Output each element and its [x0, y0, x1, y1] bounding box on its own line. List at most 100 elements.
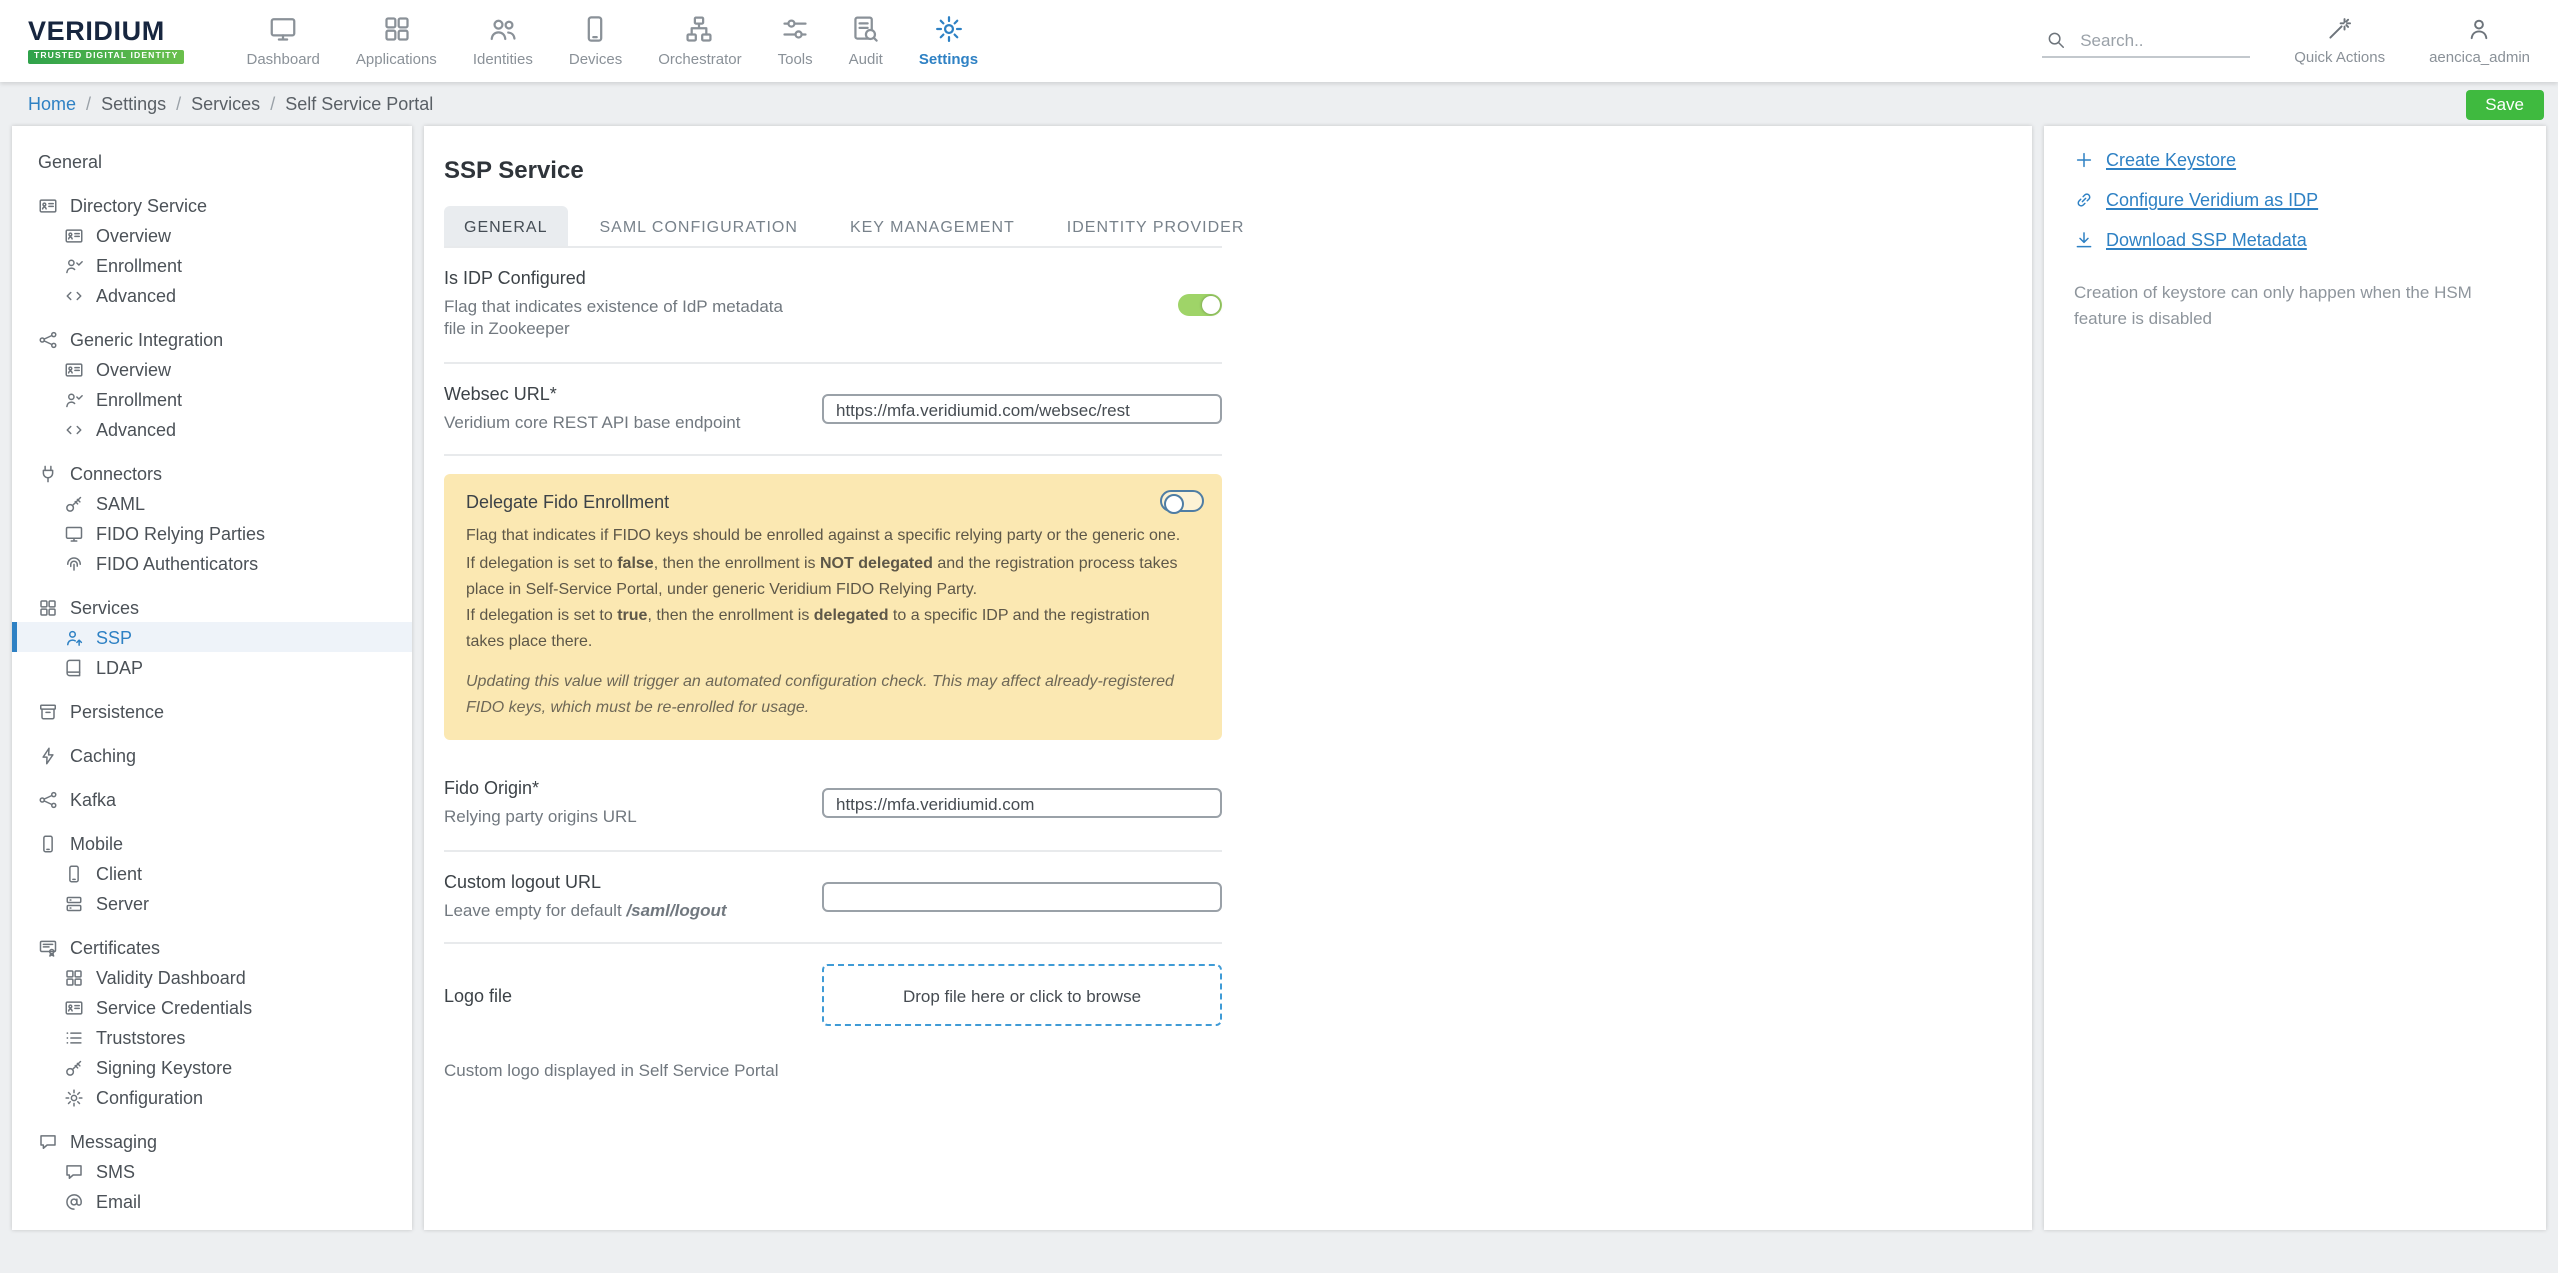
sidebar-item-fido-authenticators[interactable]: FIDO Authenticators	[12, 548, 412, 578]
sidebar-item-saml[interactable]: SAML	[12, 488, 412, 518]
breadcrumb-item-home[interactable]: Home	[28, 94, 76, 114]
is-idp-toggle[interactable]	[1178, 294, 1222, 316]
person-check-icon	[64, 389, 84, 409]
sidebar-item-kafka[interactable]: Kafka	[12, 784, 412, 814]
nav-item-tools[interactable]: Tools	[760, 14, 831, 68]
sidebar-item-fido-relying-parties[interactable]: FIDO Relying Parties	[12, 518, 412, 548]
sidebar-item-overview[interactable]: Overview	[12, 354, 412, 384]
action-link-configure-veridium-as-idp[interactable]: Configure Veridium as IDP	[2074, 190, 2516, 210]
nav-item-audit[interactable]: Audit	[831, 14, 901, 68]
tab-saml-configuration[interactable]: SAML CONFIGURATION	[579, 206, 817, 246]
sidebar-item-signing-keystore[interactable]: Signing Keystore	[12, 1052, 412, 1082]
nav-item-label: Applications	[356, 50, 437, 68]
sidebar-item-service-credentials[interactable]: Service Credentials	[12, 992, 412, 1022]
websec-url-input[interactable]	[822, 394, 1222, 424]
is-idp-desc: Flag that indicates existence of IdP met…	[444, 296, 802, 342]
certificate-icon	[38, 937, 58, 957]
sidebar-item-advanced[interactable]: Advanced	[12, 414, 412, 444]
grid-icon	[381, 14, 411, 44]
nav-item-settings[interactable]: Settings	[901, 14, 996, 68]
sidebar-item-truststores[interactable]: Truststores	[12, 1022, 412, 1052]
topbar: VERIDIUM TRUSTED DIGITAL IDENTITY Dashbo…	[0, 0, 2558, 82]
sidebar-item-label: Validity Dashboard	[96, 967, 246, 987]
sidebar-item-generic-integration[interactable]: Generic Integration	[12, 324, 412, 354]
topbar-right: Quick Actions aencica_admin	[2042, 16, 2530, 66]
tab-key-management[interactable]: KEY MANAGEMENT	[830, 206, 1035, 246]
logo-dropzone[interactable]: Drop file here or click to browse	[822, 964, 1222, 1026]
action-link-download-ssp-metadata[interactable]: Download SSP Metadata	[2074, 230, 2516, 250]
list-icon	[64, 1027, 84, 1047]
monitor-icon	[64, 523, 84, 543]
tab-identity-provider[interactable]: IDENTITY PROVIDER	[1047, 206, 1265, 246]
card-icon	[64, 359, 84, 379]
sidebar-item-advanced[interactable]: Advanced	[12, 280, 412, 310]
sidebar-item-caching[interactable]: Caching	[12, 740, 412, 770]
key-icon	[64, 493, 84, 513]
users-icon	[488, 14, 518, 44]
sidebar-item-label: Advanced	[96, 285, 176, 305]
save-button[interactable]: Save	[2465, 89, 2544, 119]
sidebar-item-configuration[interactable]: Configuration	[12, 1082, 412, 1112]
breadcrumb-separator: /	[86, 94, 91, 114]
sidebar-item-overview[interactable]: Overview	[12, 220, 412, 250]
user-menu[interactable]: aencica_admin	[2429, 16, 2530, 66]
fido-origin-input[interactable]	[822, 789, 1222, 819]
app-root: VERIDIUM TRUSTED DIGITAL IDENTITY Dashbo…	[0, 0, 2558, 1273]
sidebar-item-label: Services	[70, 597, 139, 617]
sidebar-item-directory-service[interactable]: Directory Service	[12, 190, 412, 220]
quick-actions-label: Quick Actions	[2294, 48, 2385, 66]
sidebar-item-client[interactable]: Client	[12, 858, 412, 888]
sidebar-item-connectors[interactable]: Connectors	[12, 458, 412, 488]
network-icon	[38, 789, 58, 809]
sidebar-item-ssp[interactable]: SSP	[12, 622, 412, 652]
sidebar-item-label: Client	[96, 863, 142, 883]
action-link-label: Create Keystore	[2106, 150, 2236, 170]
sidebar-item-server[interactable]: Server	[12, 888, 412, 918]
sidebar-item-ldap[interactable]: LDAP	[12, 652, 412, 682]
card-icon	[64, 225, 84, 245]
sidebar-item-email[interactable]: Email	[12, 1186, 412, 1216]
chat-icon	[38, 1131, 58, 1151]
sidebar-item-validity-dashboard[interactable]: Validity Dashboard	[12, 962, 412, 992]
action-link-create-keystore[interactable]: Create Keystore	[2074, 150, 2516, 170]
breadcrumb-item-settings[interactable]: Settings	[101, 94, 166, 114]
sidebar-item-enrollment[interactable]: Enrollment	[12, 250, 412, 280]
grid-icon	[64, 967, 84, 987]
nav-item-applications[interactable]: Applications	[338, 14, 455, 68]
nav-item-dashboard[interactable]: Dashboard	[229, 14, 338, 68]
server-icon	[64, 893, 84, 913]
sidebar-item-persistence[interactable]: Persistence	[12, 696, 412, 726]
sidebar-item-general[interactable]: General	[12, 146, 412, 176]
nav-item-devices[interactable]: Devices	[551, 14, 640, 68]
tab-general[interactable]: GENERAL	[444, 206, 567, 246]
custom-logout-input[interactable]	[822, 882, 1222, 912]
user-icon	[2467, 16, 2493, 42]
gear-icon	[64, 1087, 84, 1107]
sidebar-item-label: Service Credentials	[96, 997, 252, 1017]
sidebar-item-certificates[interactable]: Certificates	[12, 932, 412, 962]
main-nav: Dashboard Applications IdentitiesDevicesOr…	[229, 14, 997, 68]
sidebar-item-enrollment[interactable]: Enrollment	[12, 384, 412, 414]
sidebar-item-label: Advanced	[96, 419, 176, 439]
breadcrumb-item-self-service-portal: Self Service Portal	[285, 94, 433, 114]
download-icon	[2074, 230, 2094, 250]
sidebar-item-label: Email	[96, 1191, 141, 1211]
sidebar-item-label: Directory Service	[70, 195, 207, 215]
sidebar-item-label: Mobile	[70, 833, 123, 853]
sitemap-icon	[685, 14, 715, 44]
sidebar-item-services[interactable]: Services	[12, 592, 412, 622]
sidebar-item-messaging[interactable]: Messaging	[12, 1126, 412, 1156]
sidebar-item-sms[interactable]: SMS	[12, 1156, 412, 1186]
ssp-general-form: Is IDP Configured Flag that indicates ex…	[444, 248, 1222, 1080]
search-input[interactable]	[2076, 28, 2246, 52]
breadcrumb-item-services[interactable]: Services	[191, 94, 260, 114]
action-link-label: Download SSP Metadata	[2106, 230, 2307, 250]
sidebar-item-label: Configuration	[96, 1087, 203, 1107]
nav-item-identities[interactable]: Identities	[455, 14, 551, 68]
sidebar-item-mobile[interactable]: Mobile	[12, 828, 412, 858]
delegate-fido-toggle[interactable]	[1160, 491, 1204, 513]
code-icon	[64, 285, 84, 305]
veridium-logo[interactable]: VERIDIUM TRUSTED DIGITAL IDENTITY	[28, 18, 185, 64]
nav-item-orchestrator[interactable]: Orchestrator	[640, 14, 759, 68]
quick-actions-button[interactable]: Quick Actions	[2294, 16, 2385, 66]
